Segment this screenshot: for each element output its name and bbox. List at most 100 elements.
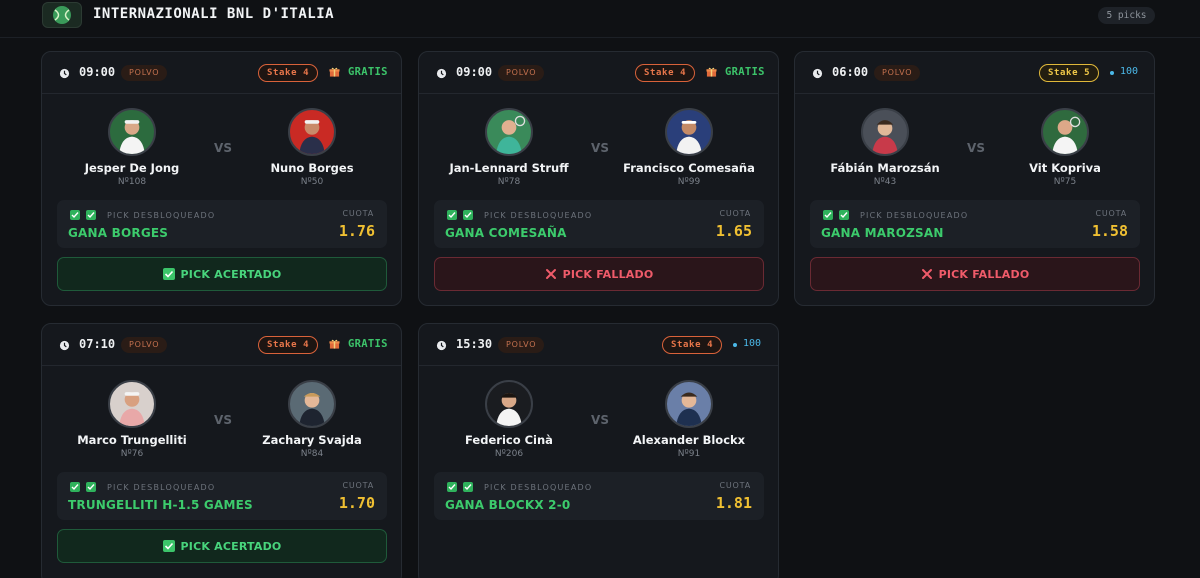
clock-icon — [436, 68, 447, 79]
vs-label: VS — [967, 141, 985, 155]
match-time: 15:30 — [456, 337, 493, 351]
player-rank: Nº78 — [497, 177, 521, 187]
free-label: GRATIS — [348, 338, 388, 350]
card-header: 07:10 POLVO Stake 4 GRATIS — [42, 324, 401, 366]
player-2: Nuno Borges Nº50 — [237, 108, 387, 187]
free-label: GRATIS — [348, 66, 388, 78]
stake-badge: Stake 5 — [1039, 64, 1100, 82]
player-avatar — [861, 108, 909, 156]
unlocked-label: PICK DESBLOQUEADO — [484, 483, 593, 492]
clock-icon — [436, 340, 447, 351]
player-rank: Nº91 — [677, 449, 701, 459]
result-label: PICK FALLADO — [938, 267, 1030, 281]
player-avatar — [288, 108, 336, 156]
vs-label: VS — [591, 413, 609, 427]
player-avatar — [1041, 108, 1089, 156]
result-label: PICK ACERTADO — [180, 539, 282, 553]
player-name: Vit Kopriva — [1029, 161, 1101, 175]
player-name: Jesper De Jong — [84, 161, 180, 175]
gift-icon — [329, 339, 340, 349]
stake-badge: Stake 4 — [635, 64, 696, 82]
card-header: 09:00 POLVO Stake 4 GRATIS — [42, 52, 401, 94]
odds-value: 1.70 — [338, 494, 375, 512]
pick-selection: TRUNGELLITI H-1.5 GAMES — [68, 498, 253, 512]
card-header: 09:00 POLVO Stake 4 GRATIS — [419, 52, 778, 94]
player-rank: Nº99 — [677, 177, 701, 187]
match-time: 09:00 — [79, 65, 116, 79]
card-header: 15:30 POLVO Stake 4 100 — [419, 324, 778, 366]
check-box-icon — [162, 540, 175, 552]
odds-label: CUOTA — [1095, 209, 1127, 218]
unlocked-label: PICK DESBLOQUEADO — [107, 211, 216, 220]
player-1: Marco Trungelliti Nº76 — [57, 380, 207, 459]
pick-selection: GANA COMESAÑA — [445, 226, 567, 240]
player-name: Nuno Borges — [270, 161, 354, 175]
pick-card[interactable]: 06:00 POLVO Stake 5 100 Fábián Marozsán … — [794, 51, 1155, 306]
odds-label: CUOTA — [719, 209, 751, 218]
surface-badge: POLVO — [498, 65, 545, 81]
check-icon — [447, 210, 457, 220]
odds-label: CUOTA — [342, 481, 374, 490]
player-2: Francisco Comesaña Nº99 — [614, 108, 764, 187]
result-banner: PICK ACERTADO — [57, 529, 387, 563]
player-rank: Nº75 — [1053, 177, 1077, 187]
check-icon — [839, 210, 849, 220]
cross-icon — [545, 269, 556, 279]
player-avatar — [108, 108, 156, 156]
points-dot-icon — [1110, 71, 1114, 75]
result-banner: PICK ACERTADO — [57, 257, 387, 291]
stake-badge: Stake 4 — [662, 336, 723, 354]
player-rank: Nº43 — [873, 177, 897, 187]
check-icon — [86, 210, 96, 220]
check-icon — [70, 210, 80, 220]
player-name: Zachary Svajda — [262, 433, 362, 447]
pick-box: PICK DESBLOQUEADO GANA BORGES CUOTA 1.76 — [57, 200, 387, 248]
tournament-header: INTERNAZIONALI BNL D'ITALIA 5 picks — [0, 0, 1200, 38]
player-2: Vit Kopriva Nº75 — [990, 108, 1140, 187]
check-icon — [447, 482, 457, 492]
player-rank: Nº76 — [120, 449, 144, 459]
unlocked-label: PICK DESBLOQUEADO — [484, 211, 593, 220]
player-avatar — [288, 380, 336, 428]
picks-count-badge: 5 picks — [1098, 7, 1155, 24]
player-avatar — [665, 380, 713, 428]
gift-icon — [706, 67, 717, 77]
clock-icon — [812, 68, 823, 79]
player-rank: Nº206 — [494, 449, 524, 459]
player-name: Federico Cinà — [465, 433, 553, 447]
result-label: PICK FALLADO — [562, 267, 654, 281]
points-dot-icon — [733, 343, 737, 347]
pick-box: PICK DESBLOQUEADO TRUNGELLITI H-1.5 GAME… — [57, 472, 387, 520]
player-avatar — [485, 108, 533, 156]
clock-icon — [59, 340, 70, 351]
odds-value: 1.81 — [715, 494, 752, 512]
check-icon — [463, 482, 473, 492]
pick-card[interactable]: 09:00 POLVO Stake 4 GRATIS Jan-Lennard S… — [418, 51, 779, 306]
player-avatar — [485, 380, 533, 428]
check-box-icon — [162, 268, 175, 280]
player-1: Jan-Lennard Struff Nº78 — [434, 108, 584, 187]
pick-card[interactable]: 07:10 POLVO Stake 4 GRATIS Marco Trungel… — [41, 323, 402, 578]
vs-label: VS — [214, 413, 232, 427]
unlocked-label: PICK DESBLOQUEADO — [107, 483, 216, 492]
pick-selection: GANA BLOCKX 2-0 — [445, 498, 571, 512]
odds-value: 1.76 — [338, 222, 375, 240]
player-rank: Nº108 — [117, 177, 147, 187]
result-label: PICK ACERTADO — [180, 267, 282, 281]
player-name: Alexander Blockx — [632, 433, 746, 447]
result-banner: PICK FALLADO — [434, 257, 764, 291]
match-time: 06:00 — [832, 65, 869, 79]
pick-selection: GANA BORGES — [68, 226, 169, 240]
check-icon — [86, 482, 96, 492]
pick-box: PICK DESBLOQUEADO GANA COMESAÑA CUOTA 1.… — [434, 200, 764, 248]
unlocked-label: PICK DESBLOQUEADO — [860, 211, 969, 220]
match-time: 07:10 — [79, 337, 116, 351]
player-name: Fábián Marozsán — [830, 161, 940, 175]
surface-badge: POLVO — [121, 65, 168, 81]
odds-label: CUOTA — [719, 481, 751, 490]
pick-card[interactable]: 09:00 POLVO Stake 4 GRATIS Jesper De Jon… — [41, 51, 402, 306]
free-label: GRATIS — [725, 66, 765, 78]
surface-badge: POLVO — [121, 337, 168, 353]
pick-card[interactable]: 15:30 POLVO Stake 4 100 Federico Cinà Nº… — [418, 323, 779, 578]
check-icon — [463, 210, 473, 220]
